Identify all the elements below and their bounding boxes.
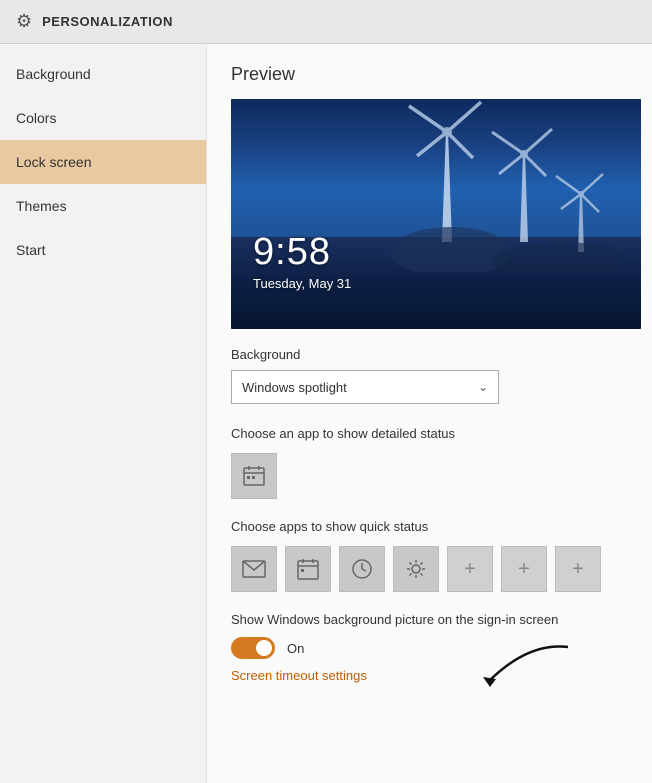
quick-status-weather-icon[interactable] [393, 546, 439, 592]
clock-icon [351, 558, 373, 580]
preview-time: 9:58 [253, 231, 331, 274]
sidebar-item-lock-screen[interactable]: Lock screen [0, 140, 206, 184]
sidebar-label-colors: Colors [16, 110, 56, 126]
quick-status-add2-button[interactable]: + [501, 546, 547, 592]
toggle-on-label: On [287, 641, 304, 656]
quick-status-mail-icon[interactable] [231, 546, 277, 592]
sidebar-label-background: Background [16, 66, 91, 82]
detailed-status-icons-row [231, 453, 628, 499]
preview-title: Preview [231, 64, 628, 85]
gear-icon: ⚙ [16, 11, 32, 32]
plus-icon-3: + [572, 558, 584, 581]
quick-status-label: Choose apps to show quick status [231, 519, 628, 534]
detailed-status-label: Choose an app to show detailed status [231, 426, 628, 441]
sidebar: Background Colors Lock screen Themes Sta… [0, 44, 207, 783]
toggle-row: On [231, 637, 628, 659]
title-bar: ⚙ PERSONALIZATION [0, 0, 652, 44]
app-title: PERSONALIZATION [42, 14, 173, 29]
sidebar-label-lock-screen: Lock screen [16, 154, 91, 170]
lock-screen-preview: 9:58 Tuesday, May 31 [231, 99, 641, 329]
windmills-decoration [371, 99, 621, 272]
quick-status-add3-button[interactable]: + [555, 546, 601, 592]
mail-icon [242, 560, 266, 578]
calendar-small-icon [297, 558, 319, 580]
plus-icon-1: + [464, 558, 476, 581]
toggle-section-label: Show Windows background picture on the s… [231, 612, 628, 627]
sidebar-item-themes[interactable]: Themes [0, 184, 206, 228]
sidebar-item-colors[interactable]: Colors [0, 96, 206, 140]
quick-status-icons-row: + + + [231, 546, 628, 592]
main-layout: Background Colors Lock screen Themes Sta… [0, 44, 652, 783]
quick-status-calendar-icon[interactable] [285, 546, 331, 592]
sidebar-label-themes: Themes [16, 198, 67, 214]
quick-status-clock-icon[interactable] [339, 546, 385, 592]
screen-timeout-link[interactable]: Screen timeout settings [231, 668, 367, 683]
sidebar-item-background[interactable]: Background [0, 52, 206, 96]
sidebar-item-start[interactable]: Start [0, 228, 206, 272]
chevron-down-icon: ⌄ [478, 380, 488, 394]
quick-status-add1-button[interactable]: + [447, 546, 493, 592]
link-container: Screen timeout settings [231, 667, 628, 685]
detailed-status-calendar-icon[interactable] [231, 453, 277, 499]
preview-date: Tuesday, May 31 [253, 276, 351, 291]
background-dropdown[interactable]: Windows spotlight ⌄ [231, 370, 499, 404]
plus-icon-2: + [518, 558, 530, 581]
content-area: Preview [207, 44, 652, 783]
background-field-label: Background [231, 347, 628, 362]
sign-in-background-toggle[interactable] [231, 637, 275, 659]
sun-icon [405, 558, 427, 580]
calendar-icon [242, 464, 266, 488]
sidebar-label-start: Start [16, 242, 46, 258]
dropdown-value: Windows spotlight [242, 380, 347, 395]
